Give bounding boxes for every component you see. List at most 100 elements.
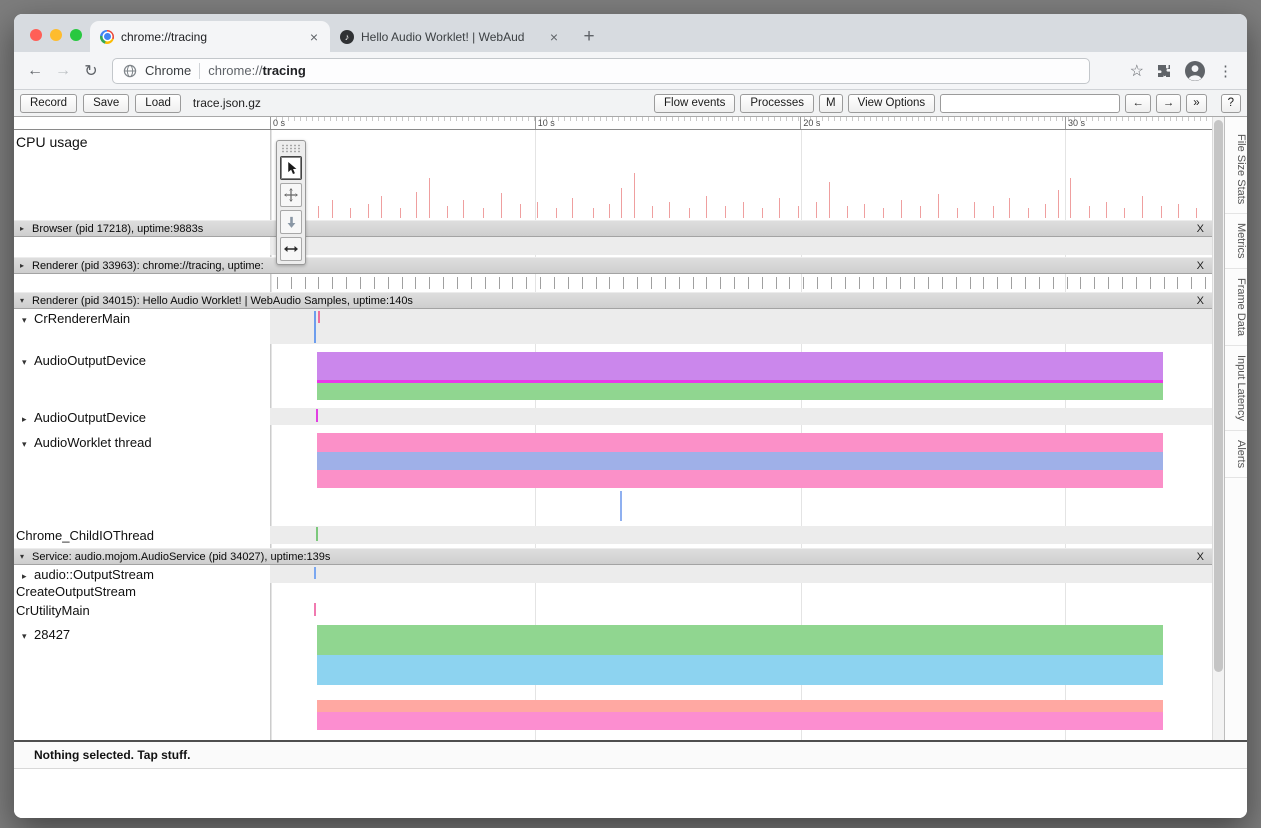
trace-filename: trace.json.gz <box>193 96 261 110</box>
track-timeline[interactable] <box>270 601 1212 625</box>
track-strip <box>270 526 1212 544</box>
expander-icon[interactable]: ▾ <box>22 628 34 644</box>
trace-slice[interactable] <box>317 655 1163 685</box>
event-mark[interactable] <box>314 603 316 616</box>
event-tick <box>415 277 416 289</box>
trace-slice[interactable] <box>317 383 1163 400</box>
event-mark[interactable] <box>314 567 316 579</box>
pan-tool-icon[interactable] <box>280 183 302 207</box>
overflow-chevrons-button[interactable]: » <box>1186 94 1206 113</box>
side-tab-frame-data[interactable]: Frame Data <box>1225 269 1247 346</box>
track-timeline[interactable] <box>270 526 1212 548</box>
view-options-button[interactable]: View Options <box>848 94 936 113</box>
find-prev-button[interactable]: ← <box>1125 94 1151 113</box>
tab-close-icon[interactable]: × <box>308 29 320 45</box>
cpu-spike <box>993 206 994 218</box>
trace-slice[interactable] <box>317 433 1163 452</box>
profile-avatar[interactable] <box>1184 60 1206 82</box>
expander-icon[interactable]: ▸ <box>20 224 32 233</box>
scrollbar-thumb[interactable] <box>1214 120 1223 672</box>
track-row: ▾28427 <box>14 625 1212 740</box>
cpu-spike <box>621 188 622 218</box>
track-timeline[interactable] <box>270 237 1212 257</box>
new-tab-button[interactable]: + <box>574 22 604 52</box>
load-button[interactable]: Load <box>135 94 181 113</box>
help-button[interactable]: ? <box>1221 94 1241 113</box>
expander-icon[interactable]: ▸ <box>20 261 32 270</box>
bookmark-star-icon[interactable]: ☆ <box>1130 61 1144 81</box>
record-button[interactable]: Record <box>20 94 77 113</box>
expander-icon[interactable]: ▾ <box>22 436 34 452</box>
metrics-button[interactable]: M <box>819 94 843 113</box>
vertical-scrollbar[interactable] <box>1212 117 1224 740</box>
track-row <box>14 237 1212 257</box>
tracks-area[interactable]: CPU usage▸Browser (pid 17218), uptime:98… <box>14 130 1212 740</box>
forward-icon[interactable]: → <box>50 58 76 84</box>
timeline-ruler: 0 s10 s20 s30 s <box>14 117 1212 130</box>
event-tick <box>706 277 707 289</box>
track-timeline[interactable] <box>270 351 1212 408</box>
side-tab-file-size-stats[interactable]: File Size Stats <box>1225 125 1247 214</box>
flow-events-button[interactable]: Flow events <box>654 94 735 113</box>
find-input[interactable] <box>940 94 1120 113</box>
minimize-window-button[interactable] <box>50 29 62 41</box>
extension-puzzle-icon[interactable] <box>1156 63 1172 79</box>
cpu-spike <box>1161 206 1162 218</box>
track-row: ▾CrRendererMain <box>14 309 1212 351</box>
event-mark[interactable] <box>620 491 622 521</box>
track-timeline[interactable] <box>270 130 1212 220</box>
tab-tracing[interactable]: chrome://tracing × <box>90 21 330 52</box>
track-timeline[interactable] <box>270 274 1212 292</box>
trace-slice[interactable] <box>317 352 1163 380</box>
event-tick <box>693 277 694 289</box>
expander-icon[interactable]: ▾ <box>20 552 32 561</box>
trace-slice[interactable] <box>317 712 1163 730</box>
zoom-tool-icon[interactable] <box>280 210 302 234</box>
expander-icon[interactable]: ▾ <box>20 296 32 305</box>
track-timeline[interactable] <box>270 433 1212 526</box>
event-mark[interactable] <box>318 311 320 323</box>
close-track-button[interactable]: X <box>1195 295 1206 307</box>
close-track-button[interactable]: X <box>1195 223 1206 235</box>
trace-slice[interactable] <box>317 625 1163 655</box>
zoom-window-button[interactable] <box>70 29 82 41</box>
trace-slice[interactable] <box>317 452 1163 470</box>
track-timeline[interactable] <box>270 309 1212 351</box>
side-tab-input-latency[interactable]: Input Latency <box>1225 346 1247 431</box>
address-bar[interactable]: Chrome chrome://tracing <box>112 58 1090 84</box>
event-tick <box>554 277 555 289</box>
select-tool-cursor-icon[interactable] <box>280 156 302 180</box>
close-window-button[interactable] <box>30 29 42 41</box>
palette-drag-handle[interactable] <box>280 144 302 153</box>
event-tick <box>623 277 624 289</box>
track-timeline[interactable] <box>270 625 1212 740</box>
save-button[interactable]: Save <box>83 94 129 113</box>
track-timeline[interactable] <box>270 408 1212 433</box>
tab-close-icon[interactable]: × <box>548 29 560 45</box>
tab-audio-worklet[interactable]: ♪ Hello Audio Worklet! | WebAud × <box>330 21 570 52</box>
menu-kebab-icon[interactable]: ⋮ <box>1218 62 1233 80</box>
expander-icon[interactable]: ▸ <box>22 411 34 427</box>
back-icon[interactable]: ← <box>22 58 48 84</box>
event-tick <box>1177 277 1178 289</box>
timing-tool-icon[interactable] <box>280 237 302 261</box>
close-track-button[interactable]: X <box>1195 260 1206 272</box>
trace-slice[interactable] <box>317 700 1163 712</box>
close-track-button[interactable]: X <box>1195 551 1206 563</box>
event-mark[interactable] <box>314 311 316 343</box>
reload-icon[interactable]: ↻ <box>78 58 104 84</box>
side-tab-alerts[interactable]: Alerts <box>1225 431 1247 478</box>
event-mark[interactable] <box>316 527 318 541</box>
trace-slice[interactable] <box>317 470 1163 488</box>
expander-icon[interactable]: ▸ <box>22 568 34 584</box>
track-timeline[interactable] <box>270 565 1212 601</box>
event-tick <box>734 277 735 289</box>
find-next-button[interactable]: → <box>1156 94 1182 113</box>
expander-icon[interactable]: ▾ <box>22 354 34 370</box>
processes-button[interactable]: Processes <box>740 94 814 113</box>
track-name: 28427 <box>34 627 70 642</box>
side-tab-metrics[interactable]: Metrics <box>1225 214 1247 268</box>
event-mark[interactable] <box>316 409 318 422</box>
expander-icon[interactable]: ▾ <box>22 312 34 328</box>
event-tick <box>859 277 860 289</box>
